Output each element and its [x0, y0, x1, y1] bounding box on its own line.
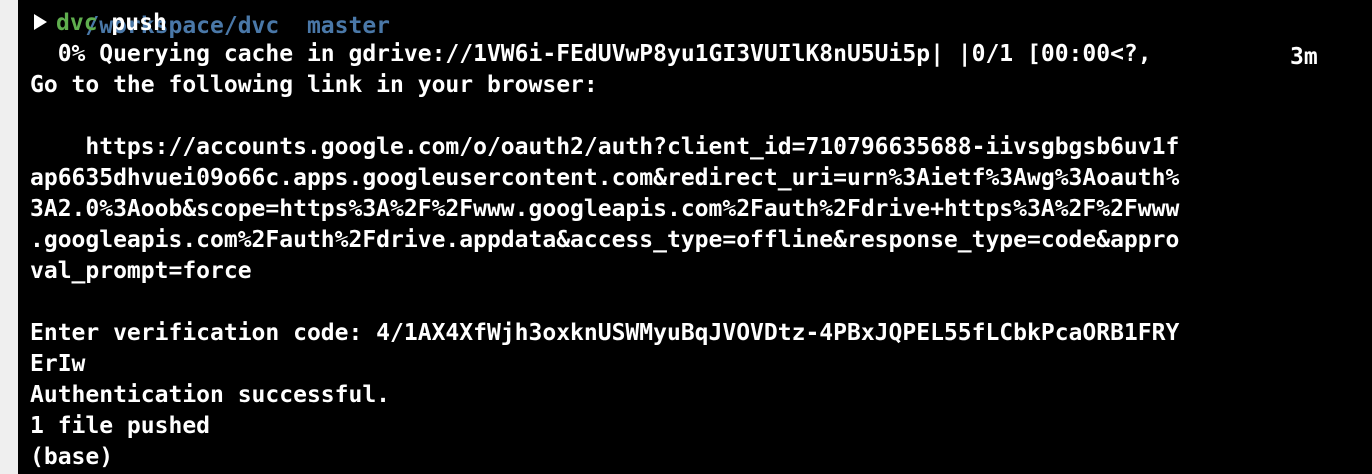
auth-result: Authentication successful. [30, 382, 391, 408]
link-prompt: Go to the following link in your browser… [30, 72, 598, 98]
terminal-window[interactable]: /workspace/dvc master 3m dvc push 0% Que… [18, 0, 1372, 474]
command-program: dvc [56, 10, 98, 36]
progress-line: 0% Querying cache in gdrive://1VW6i-FEdU… [30, 41, 1152, 67]
verification-line: Enter verification code: 4/1AX4XfWjh3oxk… [30, 320, 1180, 346]
command-argument: push [111, 10, 167, 36]
next-prompt[interactable]: (base) [30, 442, 1364, 473]
prompt-arrow-icon [34, 14, 47, 30]
auth-url-line[interactable]: val_prompt=force [30, 256, 1364, 287]
auth-url-line[interactable]: .googleapis.com%2Fauth%2Fdrive.appdata&a… [30, 225, 1364, 256]
command-line: dvc push [30, 8, 1364, 39]
auth-url-line[interactable]: ap6635dhvuei09o66c.apps.googleuserconten… [30, 163, 1364, 194]
verification-line: ErIw [30, 351, 86, 377]
auth-url-line[interactable]: 3A2.0%3Aoob&scope=https%3A%2F%2Fwww.goog… [30, 194, 1364, 225]
push-result: 1 file pushed [30, 413, 211, 439]
window-left-edge [0, 0, 18, 474]
auth-url-line[interactable]: https://accounts.google.com/o/oauth2/aut… [30, 132, 1364, 163]
terminal-output: dvc push 0% Querying cache in gdrive://1… [30, 8, 1364, 473]
